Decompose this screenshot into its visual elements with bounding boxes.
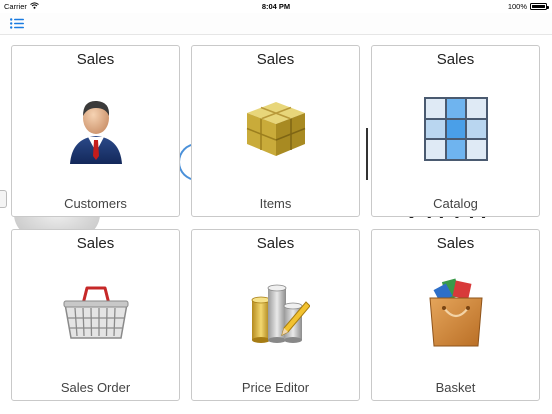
tile-label: Customers <box>64 196 127 211</box>
tile-price-editor[interactable]: Sales Price Editor <box>191 229 360 401</box>
tile-basket[interactable]: Sales Basket <box>371 229 540 401</box>
coins-pencil-icon <box>239 276 313 350</box>
tile-label: Items <box>259 196 292 211</box>
tile-catalog[interactable]: Sales Catalog <box>371 45 540 217</box>
catalog-grid-icon <box>419 92 493 166</box>
tile-title: Sales <box>256 51 295 68</box>
menu-button[interactable] <box>10 16 28 30</box>
tile-label: Sales Order <box>60 380 131 395</box>
tile-title: Sales <box>76 51 115 68</box>
tile-customers[interactable]: Sales Customers <box>11 45 180 217</box>
tile-title: Sales <box>436 51 475 68</box>
tile-title: Sales <box>256 235 295 252</box>
tile-label: Basket <box>435 380 476 395</box>
tile-sales-order[interactable]: Sales Sales Order <box>11 229 180 401</box>
list-icon <box>10 16 24 33</box>
status-time: 8:04 PM <box>261 2 291 11</box>
tile-title: Sales <box>76 235 115 252</box>
basket-icon <box>59 276 133 350</box>
customer-icon <box>59 92 133 166</box>
box-icon <box>239 92 313 166</box>
battery-indicator: 100% <box>507 2 549 11</box>
status-bar: Carrier 8:04 PM 100% <box>0 0 552 13</box>
battery-icon <box>530 3 549 10</box>
navigation-bar <box>0 13 552 35</box>
tile-title: Sales <box>436 235 475 252</box>
tile-label: Catalog <box>433 196 478 211</box>
tile-label: Price Editor <box>241 380 310 395</box>
shopping-bag-icon <box>419 276 493 350</box>
tile-items[interactable]: Sales Items <box>191 45 360 217</box>
side-drawer-handle[interactable] <box>0 190 7 208</box>
background-bar <box>366 128 368 180</box>
battery-percent: 100% <box>507 2 527 11</box>
